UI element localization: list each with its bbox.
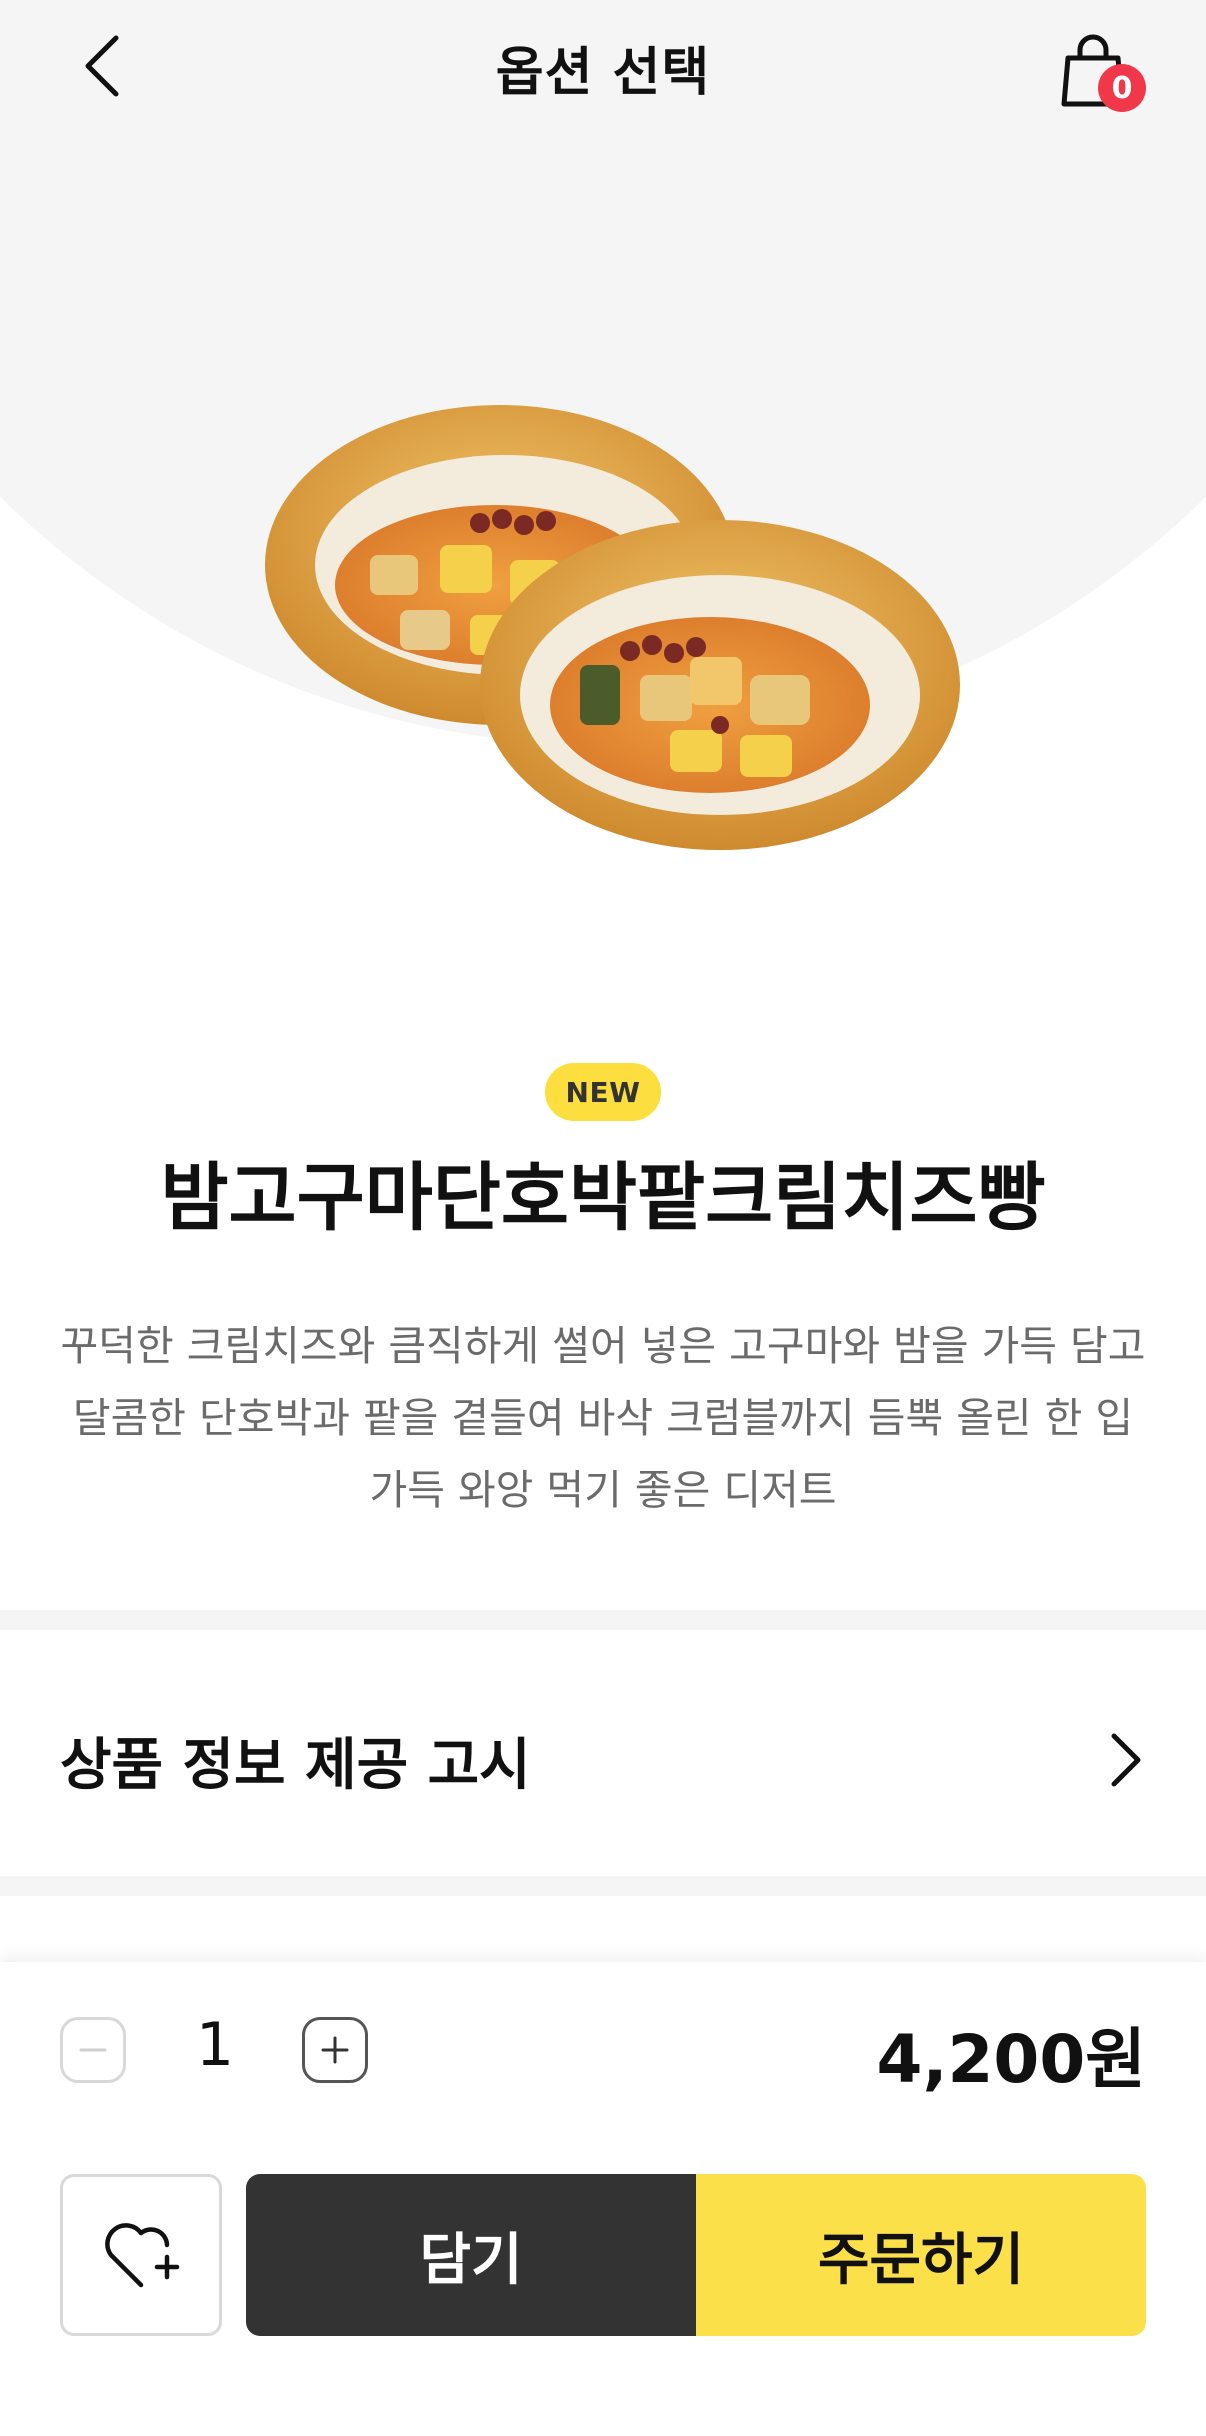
cta-group: 담기 주문하기: [246, 2174, 1146, 2336]
cart-count-badge: 0: [1098, 64, 1146, 112]
product-info-notice-row[interactable]: 상품 정보 제공 고시: [0, 1650, 1206, 1870]
add-to-cart-button[interactable]: 담기: [246, 2174, 696, 2336]
new-badge: NEW: [545, 1063, 661, 1121]
quantity-increase-button[interactable]: [302, 2017, 368, 2083]
product-description: 꾸덕한 크림치즈와 큼직하게 썰어 넣은 고구마와 밤을 가득 담고 달콤한 단…: [60, 1322, 1146, 1514]
plus-icon: [321, 2036, 349, 2064]
product-info-notice-label: 상품 정보 제공 고시: [60, 1732, 531, 1798]
order-button[interactable]: 주문하기: [696, 2174, 1146, 2336]
section-divider: [0, 1610, 1206, 1630]
favorite-button[interactable]: [60, 2174, 222, 2336]
quantity-value: 1: [195, 2010, 235, 2080]
quantity-decrease-button[interactable]: [60, 2017, 126, 2083]
heart-plus-icon: [105, 2223, 180, 2288]
product-name: 밤고구마단호박팥크림치즈빵: [160, 1155, 1046, 1241]
top-header: 옵션 선택 0: [0, 0, 1206, 130]
chevron-right-icon: [1111, 1733, 1141, 1787]
product-image: [265, 405, 960, 850]
cart-button[interactable]: 0: [1050, 24, 1150, 124]
minus-icon: [79, 2048, 107, 2052]
page-title: 옵션 선택: [495, 43, 711, 103]
section-divider: [0, 1876, 1206, 1896]
total-price: 4,200원: [876, 2021, 1146, 2098]
